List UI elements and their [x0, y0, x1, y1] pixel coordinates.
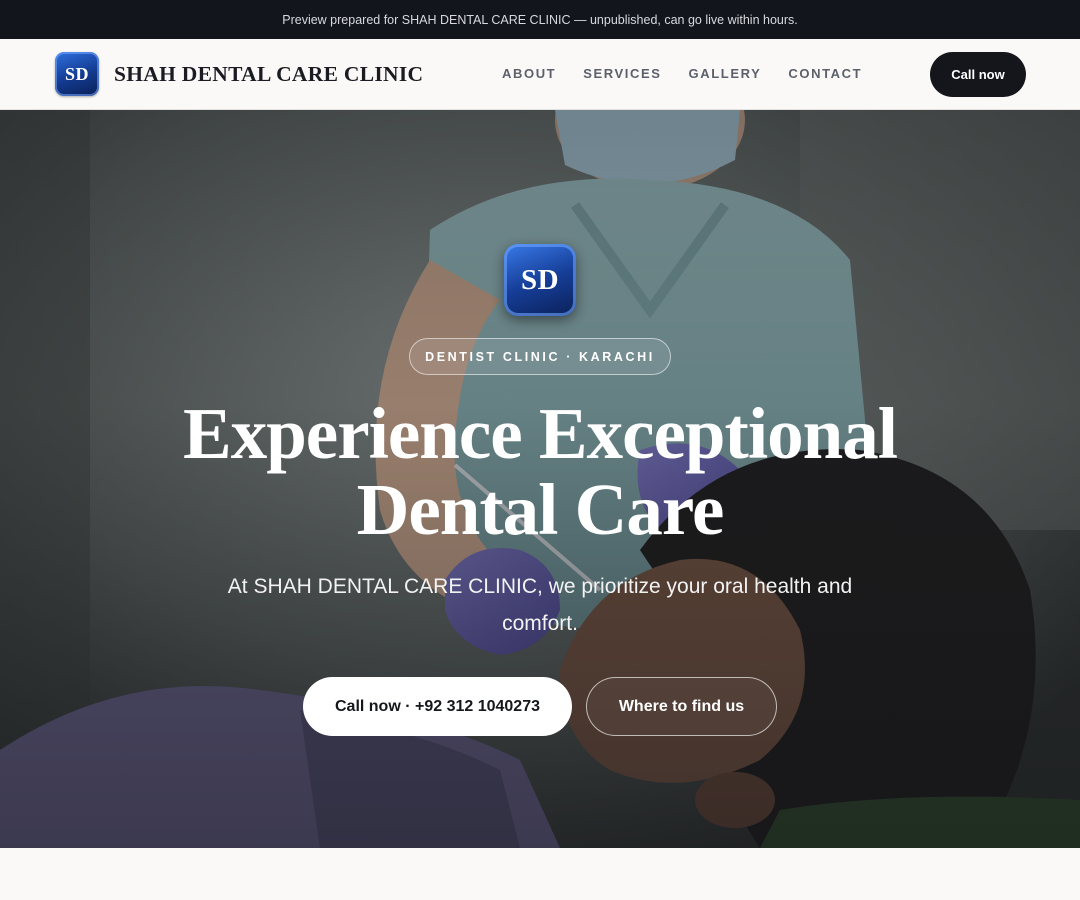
header-call-button[interactable]: Call now: [930, 52, 1026, 97]
nav-services[interactable]: SERVICES: [583, 66, 661, 81]
clinic-logo[interactable]: SD: [55, 52, 99, 96]
preview-banner: Preview prepared for SHAH DENTAL CARE CL…: [0, 0, 1080, 39]
preview-banner-text: Preview prepared for SHAH DENTAL CARE CL…: [282, 12, 798, 27]
headline-line-1: Experience Exceptional: [183, 393, 898, 474]
hero-logo: SD: [504, 244, 576, 316]
main-nav: ABOUT SERVICES GALLERY CONTACT: [502, 66, 862, 81]
nav-gallery[interactable]: GALLERY: [689, 66, 762, 81]
nav-about[interactable]: ABOUT: [502, 66, 556, 81]
brand-name[interactable]: SHAH DENTAL CARE CLINIC: [114, 62, 423, 87]
hero-headline: Experience Exceptional Dental Care: [140, 396, 940, 548]
hero-logo-initials: SD: [520, 263, 560, 296]
headline-line-2: Dental Care: [356, 469, 725, 550]
category-badge: DENTIST CLINIC · KARACHI: [409, 338, 671, 375]
find-us-button[interactable]: Where to find us: [586, 677, 777, 736]
hero-subtitle: At SHAH DENTAL CARE CLINIC, we prioritiz…: [227, 575, 853, 635]
clinic-logo-initials: SD: [64, 63, 89, 84]
nav-contact[interactable]: CONTACT: [788, 66, 862, 81]
site-header: SD SHAH DENTAL CARE CLINIC ABOUT SERVICE…: [0, 39, 1080, 110]
hero-section: SD DENTIST CLINIC · KARACHI Experience E…: [0, 110, 1080, 848]
call-phone-button[interactable]: Call now · +92 312 1040273: [303, 677, 572, 736]
brand[interactable]: SD SHAH DENTAL CARE CLINIC: [55, 52, 423, 96]
